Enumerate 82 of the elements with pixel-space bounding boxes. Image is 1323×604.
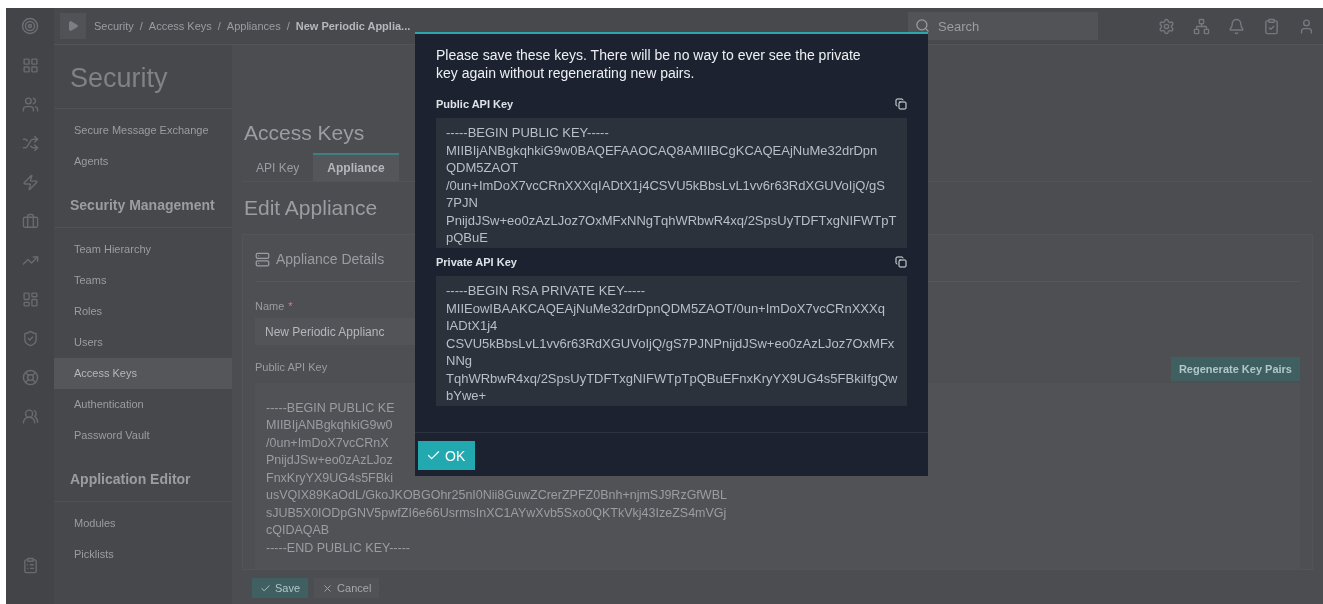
clipboard-icon[interactable] — [21, 557, 39, 574]
copy-icon[interactable] — [895, 98, 907, 110]
form-title: Edit Appliance — [243, 195, 379, 221]
shield-icon[interactable] — [21, 330, 39, 347]
key-line: sJUB5X0IODpGNV5pwfZI6e66UsrmsInXC1AYwXvb5Sxo0QKTkVkj43IzeZS4mVGj — [266, 504, 727, 522]
dialog-message: Please save these keys. There will be no way to ever see the private key again without regenerating new pairs. — [436, 46, 862, 82]
sidebar-title: Security — [54, 45, 232, 109]
user-icon[interactable] — [1298, 17, 1315, 35]
key-line: FnxKryYX9UG4s5FBki — [266, 469, 394, 487]
sidebar-item[interactable]: Teams — [54, 265, 232, 296]
cancel-button[interactable]: Cancel — [314, 578, 380, 598]
breadcrumb-separator: / — [286, 20, 290, 32]
key-line: MIIEowIBAAKCAQEAjNuMe32drDpnQDM5ZAOT/0un+ImDoX7vcCRnXXXq — [446, 299, 885, 317]
sidebar-item[interactable]: Authentication — [54, 389, 232, 420]
search-icon — [915, 18, 930, 33]
field-label: Name — [255, 300, 285, 312]
search-field[interactable]: Search — [908, 12, 1098, 40]
breadcrumb-separator: / — [139, 20, 143, 32]
sidebar-item[interactable]: Team Hierarchy — [54, 234, 232, 265]
hierarchy-icon[interactable] — [1193, 17, 1210, 35]
dashboard-icon[interactable] — [21, 291, 39, 308]
key-line: IADtX1j4 — [446, 317, 498, 335]
close-icon — [322, 582, 334, 594]
logo-icon — [21, 17, 39, 35]
breadcrumb-link[interactable]: Access Keys — [148, 20, 212, 32]
required-mark: * — [288, 300, 293, 312]
regenerate-button[interactable]: Regenerate Key Pairs — [1170, 357, 1300, 381]
key-line: cQIDAQAB — [266, 522, 330, 539]
check-icon — [260, 582, 271, 594]
settings-icon[interactable] — [1158, 17, 1175, 35]
key-line: usVQIX89KaOdL/GkoJKOBGOhr25nI0Nii8GuwZCrerZPFZ0Bnh+njmSJ9RzGfWBL — [266, 487, 727, 504]
key-line: MIIBIjANBgkqhkiG9w0 — [266, 417, 393, 434]
key-line: /0un+ImDoX7vcCRnX — [266, 434, 389, 452]
key-line: bYwe+ — [446, 387, 487, 405]
key-line: MIIBIjANBgkqhkiG9w0BAQEFAAOCAQ8AMIIBCgKCAQEAjNuMe32drDpn — [446, 141, 878, 159]
grid-icon[interactable] — [21, 57, 39, 74]
sidebar-item[interactable]: Agents — [54, 146, 232, 177]
breadcrumb-link[interactable]: Security — [94, 20, 134, 32]
sidebar-item[interactable]: Picklists — [54, 539, 232, 570]
briefcase-icon[interactable] — [21, 213, 39, 230]
notification-icon[interactable] — [1228, 17, 1245, 35]
breadcrumb-link[interactable]: Appliances — [226, 20, 281, 32]
sidebar-heading: Application Editor — [54, 451, 232, 502]
sidebar-item[interactable]: Access Keys — [54, 358, 232, 389]
copy-icon[interactable] — [895, 256, 907, 268]
key-line: -----BEGIN RSA PRIVATE KEY----- — [446, 282, 646, 300]
key-line: PnijdJSw+eo0zAzLJoz7OxMFxNNgTqhWRbwR4xq/2SpsUyTDFTxgNIFWTpT — [446, 211, 897, 229]
field-label: Public API Key — [255, 361, 328, 373]
lifebuoy-icon[interactable] — [21, 369, 39, 386]
server-icon — [255, 251, 270, 267]
key-label: Public API Key — [436, 98, 514, 110]
sidebar-item[interactable]: Users — [54, 327, 232, 358]
breadcrumb-separator: / — [217, 20, 221, 32]
key-line: -----END PUBLIC KEY----- — [266, 539, 410, 557]
ok-button[interactable]: OK — [418, 441, 476, 470]
tab[interactable]: API Key — [242, 153, 314, 181]
clipboard-icon[interactable] — [1263, 17, 1280, 35]
key-line: TqhWRbwR4xq/2SpsUyTDFTxgNIFWTpTpQBuEFnxKryYX9UG4s5FBkiIfgQw — [446, 369, 898, 387]
key-label: Private API Key — [436, 256, 517, 268]
play-icon — [67, 20, 79, 32]
card-title: Appliance Details — [276, 251, 385, 267]
key-line: PnijdJSw+eo0zAzLJoz — [266, 452, 393, 469]
tab[interactable]: Appliance — [313, 153, 399, 181]
lightning-icon[interactable] — [21, 174, 39, 191]
expand-button[interactable] — [60, 13, 86, 39]
key-line: 7PJN — [446, 194, 478, 212]
sidebar-item[interactable]: Password Vault — [54, 420, 232, 451]
save-button[interactable]: Save — [252, 578, 309, 598]
users-icon[interactable] — [21, 408, 39, 425]
key-line: -----BEGIN PUBLIC KE — [266, 399, 395, 417]
page-title: Access Keys — [243, 120, 366, 146]
people-icon[interactable] — [21, 96, 39, 113]
sidebar-heading: Security Management — [54, 177, 232, 228]
key-line: QDM5ZAOT — [446, 159, 519, 177]
sidebar-item[interactable]: Modules — [54, 508, 232, 539]
key-line: /0un+ImDoX7vcCRnXXXqIADtX1j4CSVU5kBbsLvL1vv6r63RdXGUVoIjQ/gS — [446, 176, 885, 194]
key-line: NNg — [446, 352, 472, 370]
key-line: -----BEGIN PUBLIC KEY----- — [446, 124, 609, 142]
shuffle-icon[interactable] — [21, 135, 39, 152]
sidebar-item[interactable]: Roles — [54, 296, 232, 327]
key-line: pQBuE — [446, 229, 488, 247]
sidebar-item[interactable]: Secure Message Exchange — [54, 115, 232, 146]
